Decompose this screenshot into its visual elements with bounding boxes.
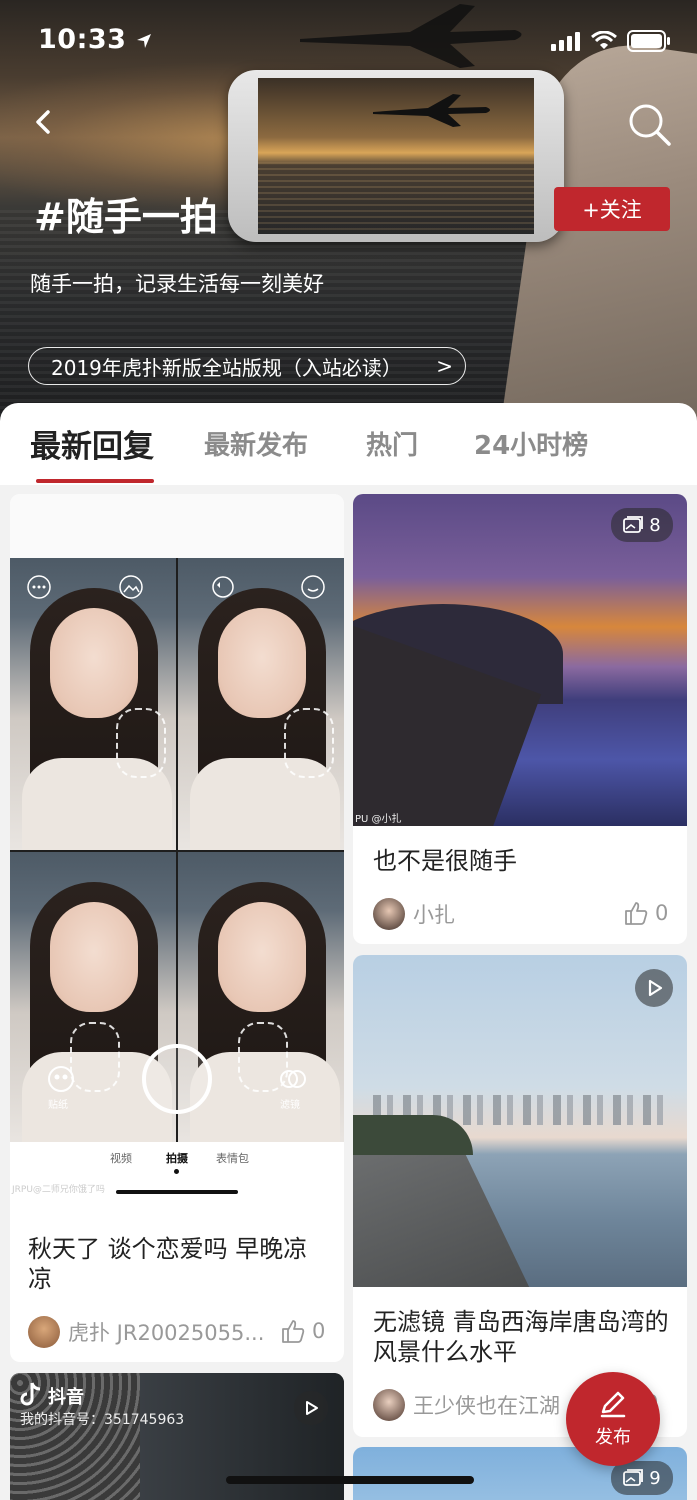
author-name: 小扎	[413, 903, 455, 927]
camera-mode-emoji: 表情包	[216, 1152, 249, 1165]
topic-header: 10:33 #随手一拍 +关注 随手一拍，记录生活每一刻美好 2019年虎扑新版…	[0, 0, 697, 430]
thumbs-up-icon	[625, 902, 648, 925]
tab-24h-rank[interactable]: 24小时榜	[474, 425, 588, 462]
status-icons	[551, 30, 671, 52]
avatar	[373, 898, 405, 930]
thumbs-up-icon	[282, 1320, 305, 1343]
publish-label: 发布	[595, 1427, 631, 1448]
video-badge	[294, 1391, 328, 1425]
like-button[interactable]: 0	[280, 1318, 325, 1344]
play-icon	[306, 1401, 318, 1415]
post-card[interactable]: 贴纸 滤镜 视频 拍摄 表情包 JRPU@二师兄你饿了吗 秋天了 谈个恋爱吗 早…	[10, 494, 344, 1362]
camera-mode-strip: 视频 拍摄 表情包 JRPU@二师兄你饿了吗	[10, 1142, 344, 1202]
post-image	[353, 955, 687, 1287]
home-indicator[interactable]	[226, 1476, 474, 1484]
rules-link[interactable]: 2019年虎扑新版全站版规（入站必读） >	[28, 347, 466, 385]
like-count: 0	[312, 1319, 326, 1343]
tab-latest-reply[interactable]: 最新回复	[30, 421, 154, 466]
play-icon	[648, 979, 663, 997]
tiktok-id: 我的抖音号：351745963	[20, 1412, 185, 1428]
back-icon[interactable]	[26, 104, 62, 140]
tab-latest-post[interactable]: 最新发布	[204, 425, 308, 462]
pencil-icon	[600, 1391, 626, 1418]
tab-hot[interactable]: 热门	[366, 425, 418, 462]
sticker-label: 贴纸	[48, 1100, 68, 1111]
post-card[interactable]: 无滤镜 青岛西海岸唐岛湾的风景什么水平 王少侠也在江湖 0	[353, 955, 687, 1437]
follow-button[interactable]: +关注	[554, 187, 670, 231]
video-badge	[635, 969, 673, 1007]
image-watermark: JRPU@二师兄你饿了吗	[12, 1185, 105, 1195]
post-author[interactable]: 小扎	[373, 898, 455, 930]
image-watermark: PU @小扎	[355, 814, 402, 825]
like-button[interactable]: 0	[623, 900, 668, 926]
post-image: 贴纸 滤镜	[10, 558, 344, 1144]
author-name: 虎扑 JR20025055...	[68, 1321, 265, 1345]
more-icon	[27, 575, 51, 599]
publish-button[interactable]: 发布	[566, 1372, 660, 1466]
post-title[interactable]: 也不是很随手	[373, 846, 673, 876]
post-title[interactable]: 秋天了 谈个恋爱吗 早晚凉凉	[28, 1234, 328, 1294]
phone-image	[228, 70, 564, 242]
sticker-icon	[48, 1066, 74, 1092]
rules-link-label: 2019年虎扑新版全站版规（入站必读）	[51, 355, 402, 380]
image-stack-icon	[623, 516, 644, 533]
topic-title: #随手一拍	[34, 195, 218, 239]
avatar	[373, 1389, 405, 1421]
tab-bar: 最新回复 最新发布 热门 24小时榜	[0, 403, 697, 485]
battery-icon	[627, 30, 670, 52]
camera-mode-video: 视频	[110, 1152, 132, 1165]
signal-icon	[551, 32, 580, 51]
avatar	[28, 1316, 60, 1348]
flip-camera-icon	[212, 576, 234, 598]
active-tab-indicator	[36, 479, 154, 483]
post-card[interactable]: PU @小扎 8 也不是很随手 小扎 0	[353, 494, 687, 944]
image-count-badge: 9	[611, 1461, 673, 1495]
image-stack-icon	[623, 1469, 644, 1486]
shutter-icon	[142, 1044, 212, 1114]
rules-link-arrow: >	[436, 354, 453, 378]
tiktok-logo-icon	[20, 1382, 41, 1406]
status-time: 10:33	[38, 24, 152, 55]
airplane-icon	[373, 94, 490, 127]
image-count: 9	[649, 1467, 661, 1489]
filter-label: 滤镜	[280, 1100, 300, 1111]
topic-description: 随手一拍，记录生活每一刻美好	[30, 272, 324, 296]
like-count: 0	[655, 901, 669, 925]
filter-icon	[280, 1070, 306, 1088]
wifi-icon	[591, 31, 617, 49]
post-author[interactable]: 王少侠也在江湖	[373, 1389, 560, 1421]
airplane-silhouette	[300, 4, 522, 68]
post-title[interactable]: 无滤镜 青岛西海岸唐岛湾的风景什么水平	[373, 1307, 673, 1367]
gallery-icon	[119, 575, 143, 599]
image-count-badge: 8	[611, 508, 673, 542]
author-name: 王少侠也在江湖	[413, 1394, 560, 1418]
image-count: 8	[649, 514, 661, 536]
location-arrow-icon	[137, 33, 152, 48]
beauty-icon	[301, 575, 325, 599]
post-author[interactable]: 虎扑 JR20025055...	[28, 1316, 264, 1348]
post-image: PU @小扎	[353, 494, 687, 826]
tiktok-brand: 抖音	[48, 1387, 84, 1408]
camera-mode-shoot: 拍摄	[166, 1152, 188, 1165]
search-icon[interactable]	[625, 100, 673, 148]
